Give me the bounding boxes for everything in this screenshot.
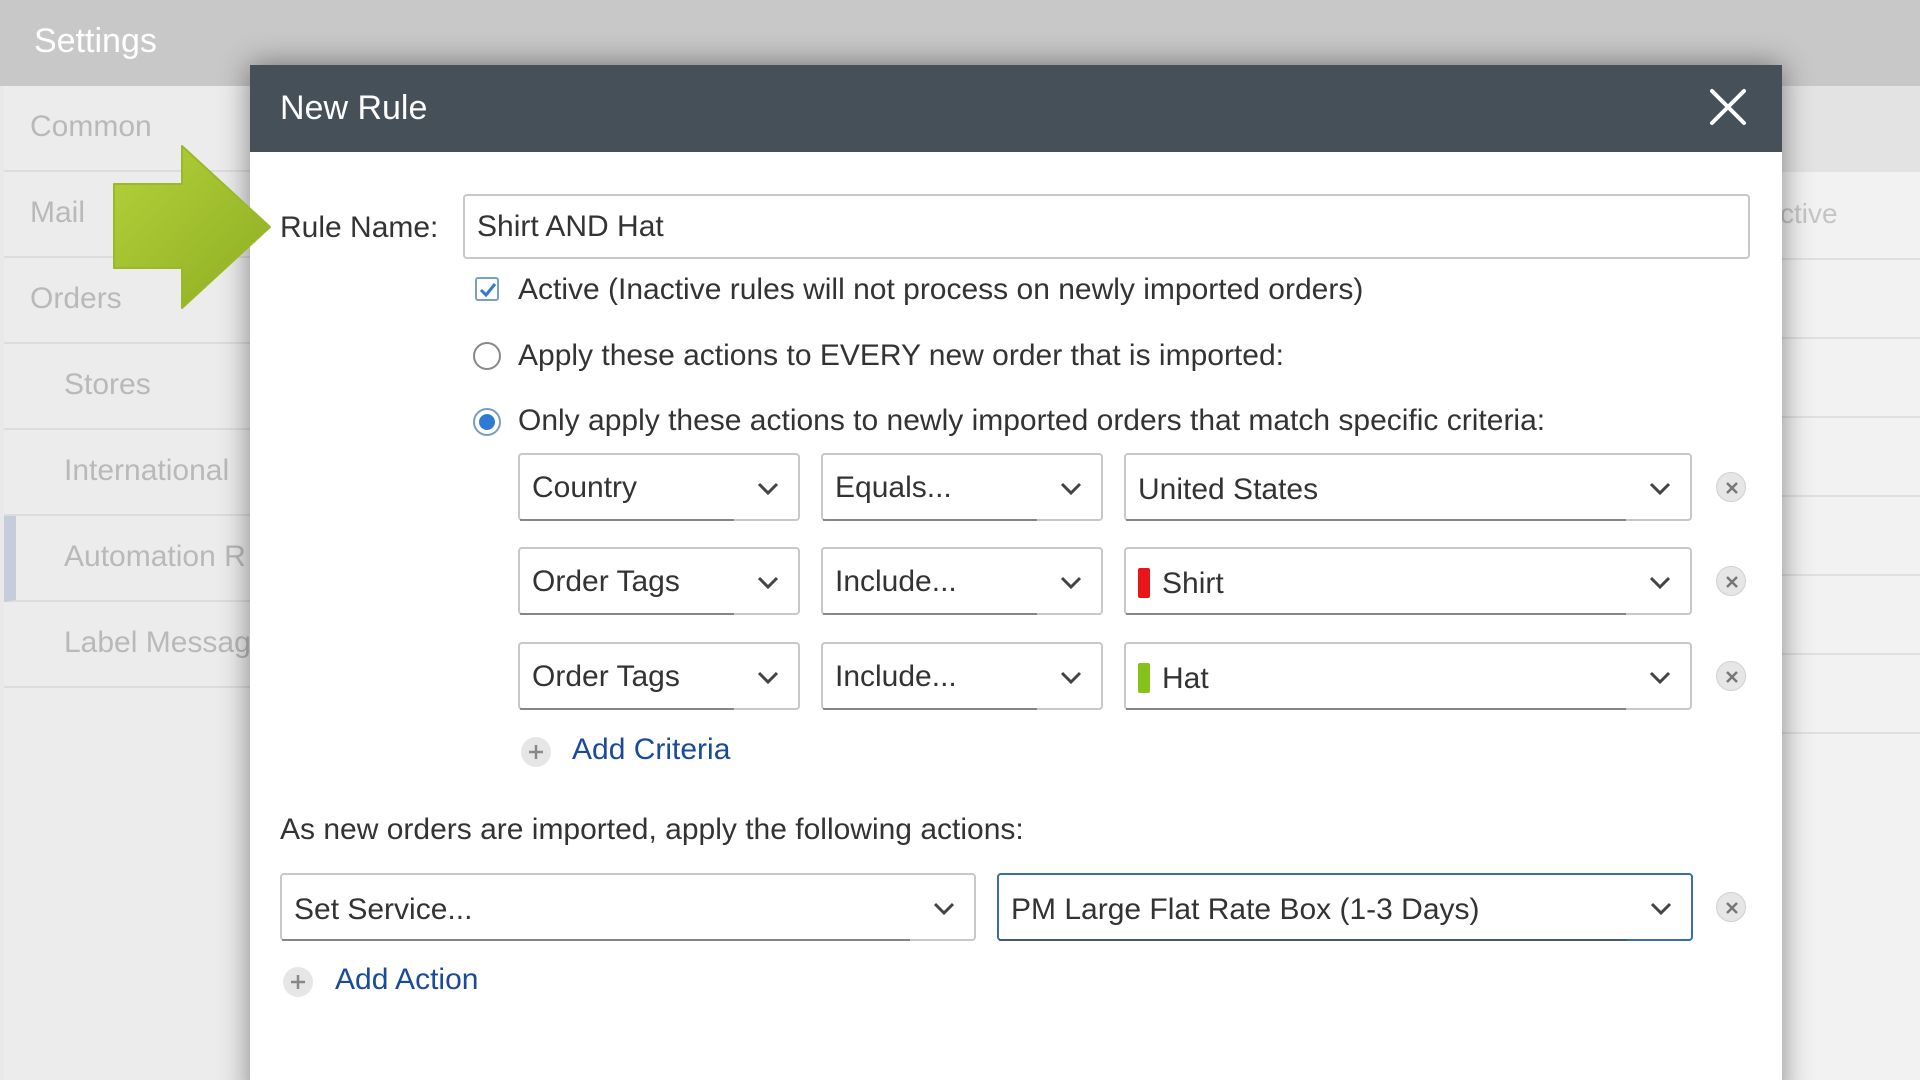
chevron-down-icon — [1650, 902, 1672, 916]
table-row — [1780, 655, 1920, 734]
tag-color-swatch — [1138, 663, 1150, 693]
new-rule-dialog: New Rule Rule Name: Active (Inactive rul… — [250, 65, 1782, 1080]
tag-color-swatch — [1138, 568, 1150, 598]
close-icon — [1710, 89, 1746, 125]
criteria-operator-select[interactable]: Equals... — [821, 453, 1103, 521]
criteria-value-select[interactable]: United States — [1124, 453, 1692, 521]
actions-section-label: As new orders are imported, apply the fo… — [280, 813, 1024, 846]
chevron-down-icon — [1649, 482, 1671, 496]
chevron-down-icon — [1060, 482, 1082, 496]
radio-specific-criteria-label: Only apply these actions to newly import… — [518, 404, 1546, 437]
remove-icon — [1726, 576, 1738, 588]
remove-icon — [1726, 482, 1738, 494]
remove-criteria-button[interactable] — [1716, 472, 1746, 502]
chevron-down-icon — [757, 482, 779, 496]
table-row — [1780, 260, 1920, 339]
add-action-link[interactable]: Add Action — [335, 963, 478, 997]
table-row — [1780, 418, 1920, 497]
chevron-down-icon — [1649, 671, 1671, 685]
active-checkbox[interactable] — [475, 277, 499, 301]
criteria-value-select[interactable]: Hat — [1124, 642, 1692, 710]
add-action-plus-icon[interactable] — [283, 967, 313, 997]
chevron-down-icon — [933, 902, 955, 916]
criteria-field-select[interactable]: Order Tags — [518, 642, 800, 710]
sidebar-item-international[interactable]: International — [4, 430, 254, 516]
criteria-operator-select[interactable]: Include... — [821, 642, 1103, 710]
chevron-down-icon — [1060, 576, 1082, 590]
radio-every-order[interactable] — [473, 342, 501, 370]
remove-icon — [1726, 671, 1738, 683]
chevron-down-icon — [757, 671, 779, 685]
sidebar-item-automation-rules[interactable]: Automation R — [4, 516, 254, 602]
remove-icon — [1726, 902, 1738, 914]
criteria-operator-select[interactable]: Include... — [821, 547, 1103, 615]
action-value-select[interactable]: PM Large Flat Rate Box (1-3 Days) — [997, 873, 1693, 941]
add-criteria-plus-icon[interactable] — [521, 737, 551, 767]
sidebar-item-stores[interactable]: Stores — [4, 344, 254, 430]
active-label: Active (Inactive rules will not process … — [518, 273, 1364, 306]
close-button[interactable] — [1702, 81, 1754, 133]
green-arrow-icon — [113, 145, 271, 309]
chevron-down-icon — [1649, 576, 1671, 590]
rule-name-input[interactable] — [463, 194, 1750, 259]
sidebar-item-label-messages[interactable]: Label Messag — [4, 602, 254, 688]
table-row — [1780, 339, 1920, 418]
criteria-field-select[interactable]: Order Tags — [518, 547, 800, 615]
table-row — [1780, 576, 1920, 655]
rule-name-label: Rule Name: — [280, 211, 439, 244]
remove-criteria-button[interactable] — [1716, 566, 1746, 596]
chevron-down-icon — [757, 576, 779, 590]
radio-every-order-label: Apply these actions to EVERY new order t… — [518, 339, 1284, 372]
remove-criteria-button[interactable] — [1716, 661, 1746, 691]
remove-action-button[interactable] — [1716, 892, 1746, 922]
table-row — [1780, 181, 1920, 260]
settings-title: Settings — [34, 22, 157, 60]
add-criteria-link[interactable]: Add Criteria — [572, 733, 730, 767]
action-type-select[interactable]: Set Service... — [280, 873, 976, 941]
criteria-field-select[interactable]: Country — [518, 453, 800, 521]
checkmark-icon — [479, 283, 497, 298]
criteria-value-select[interactable]: Shirt — [1124, 547, 1692, 615]
dialog-title: New Rule — [280, 89, 428, 127]
dialog-header: New Rule — [250, 65, 1782, 152]
chevron-down-icon — [1060, 671, 1082, 685]
radio-specific-criteria[interactable] — [473, 408, 501, 436]
table-row — [1780, 497, 1920, 576]
